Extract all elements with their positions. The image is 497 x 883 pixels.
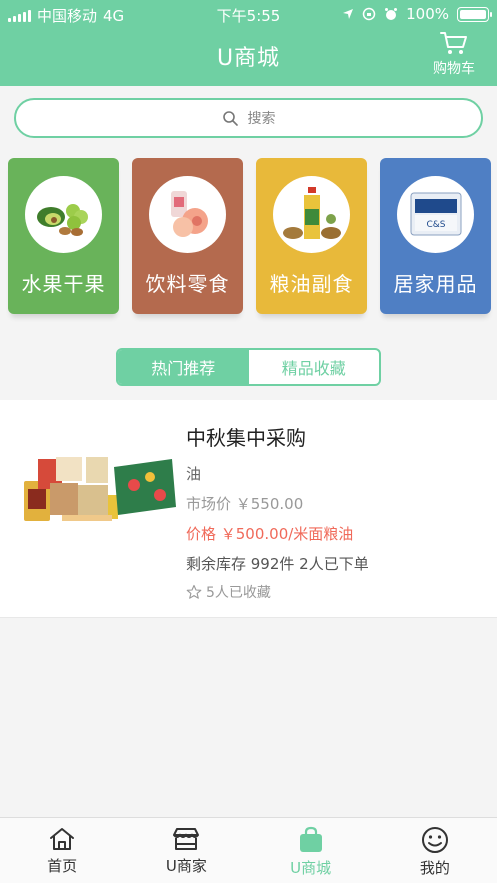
category-snack[interactable]: 饮料零食 (132, 158, 243, 314)
nav-merchant-label: U商家 (165, 857, 207, 875)
status-bar: 中国移动 4G 下午5:55 100% (0, 0, 497, 28)
lock-rotation-icon (362, 7, 376, 21)
category-label: 粮油副食 (269, 272, 354, 296)
location-icon (343, 9, 354, 19)
category-label: 水果干果 (21, 272, 106, 296)
shopping-bag-icon (299, 826, 322, 852)
battery-icon (457, 6, 492, 22)
tab-hot[interactable]: 热门推荐 (118, 350, 249, 384)
favorite-count[interactable]: 5人已收藏 (186, 582, 271, 602)
nav-mall-label: U商城 (290, 859, 332, 877)
header-bar: 中国移动 4G 下午5:55 100% U商城 购物车 (0, 0, 497, 86)
smile-icon (421, 827, 448, 853)
favorite-label: 5人已收藏 (206, 585, 271, 601)
battery-percent: 100% (406, 5, 449, 23)
bottom-nav: 首页 U商家 U商城 我的 (0, 817, 497, 883)
category-household[interactable]: C&S 居家用品 (380, 158, 491, 314)
market-price: 市场价 ￥550.00 (186, 495, 304, 513)
category-fruit[interactable]: 水果干果 (8, 158, 119, 314)
product-name: 中秋集中采购 (186, 426, 306, 450)
nav-home[interactable]: 首页 (0, 818, 124, 883)
alarm-icon (385, 8, 398, 20)
nav-mall[interactable]: U商城 (249, 818, 373, 883)
product-card[interactable]: 中秋集中采购 油 市场价 ￥550.00 价格 ￥500.00/米面粮油 剩余库… (0, 400, 497, 618)
nav-merchant[interactable]: U商家 (124, 818, 248, 883)
tab-bar: 热门推荐 精品收藏 (116, 348, 381, 386)
product-image (22, 455, 180, 535)
search-icon (222, 111, 238, 126)
cart-icon (440, 32, 467, 54)
store-icon (173, 828, 200, 850)
category-grain-oil[interactable]: 粮油副食 (256, 158, 367, 314)
nav-mine[interactable]: 我的 (373, 818, 497, 883)
svg-text:C&S: C&S (426, 220, 445, 230)
snack-icon (149, 176, 226, 253)
search-input[interactable]: 搜索 (14, 98, 483, 138)
category-label: 居家用品 (393, 272, 478, 296)
household-icon: C&S (397, 176, 474, 253)
fruit-icon (25, 176, 102, 253)
product-category: 油 (186, 465, 202, 483)
home-icon (50, 828, 75, 850)
nav-home-label: 首页 (47, 857, 78, 875)
stock-info: 剩余库存 992件 2人已下单 (186, 555, 369, 573)
cart-button[interactable]: 购物车 (429, 30, 479, 78)
oil-icon (273, 176, 350, 253)
cart-label: 购物车 (433, 61, 475, 77)
page-title: U商城 (216, 46, 281, 71)
category-label: 饮料零食 (145, 272, 230, 296)
star-icon (186, 584, 202, 599)
search-placeholder: 搜索 (247, 111, 276, 127)
sale-price: 价格 ￥500.00/米面粮油 (186, 525, 354, 543)
tab-collection[interactable]: 精品收藏 (249, 350, 380, 384)
nav-mine-label: 我的 (419, 859, 450, 877)
category-grid: 水果干果 饮料零食 粮油副食 C&S 居家用品 (8, 158, 491, 318)
